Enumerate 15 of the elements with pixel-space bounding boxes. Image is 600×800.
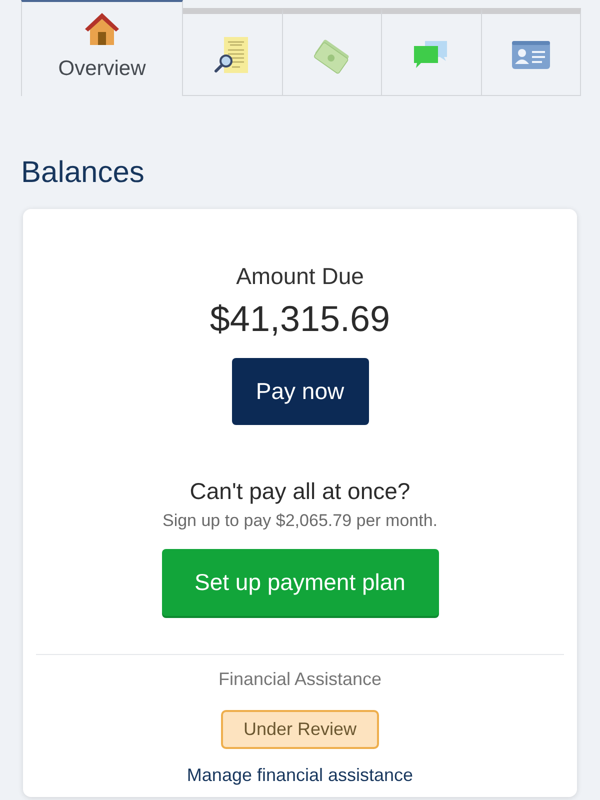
- status-badge: Under Review: [221, 710, 379, 749]
- assistance-label: Financial Assistance: [218, 668, 382, 691]
- section-title: Balances: [21, 155, 146, 191]
- amount-label: Amount Due: [236, 262, 364, 290]
- pay-now-button[interactable]: Pay now: [232, 358, 368, 425]
- plan-text: Sign up to pay $2,065.79 per month.: [162, 510, 438, 532]
- house-icon: [84, 12, 120, 46]
- amount-due: $41,315.69: [210, 298, 390, 340]
- nav-tab[interactable]: [183, 8, 282, 96]
- nav-tab[interactable]: Overview: [21, 0, 183, 96]
- nav-tab[interactable]: [382, 8, 482, 96]
- nav-tab[interactable]: [282, 8, 382, 96]
- nav-tab[interactable]: [482, 8, 581, 96]
- assistance-link[interactable]: Manage financial assistance: [186, 763, 414, 787]
- plan-heading: Can't pay all at once?: [190, 477, 410, 505]
